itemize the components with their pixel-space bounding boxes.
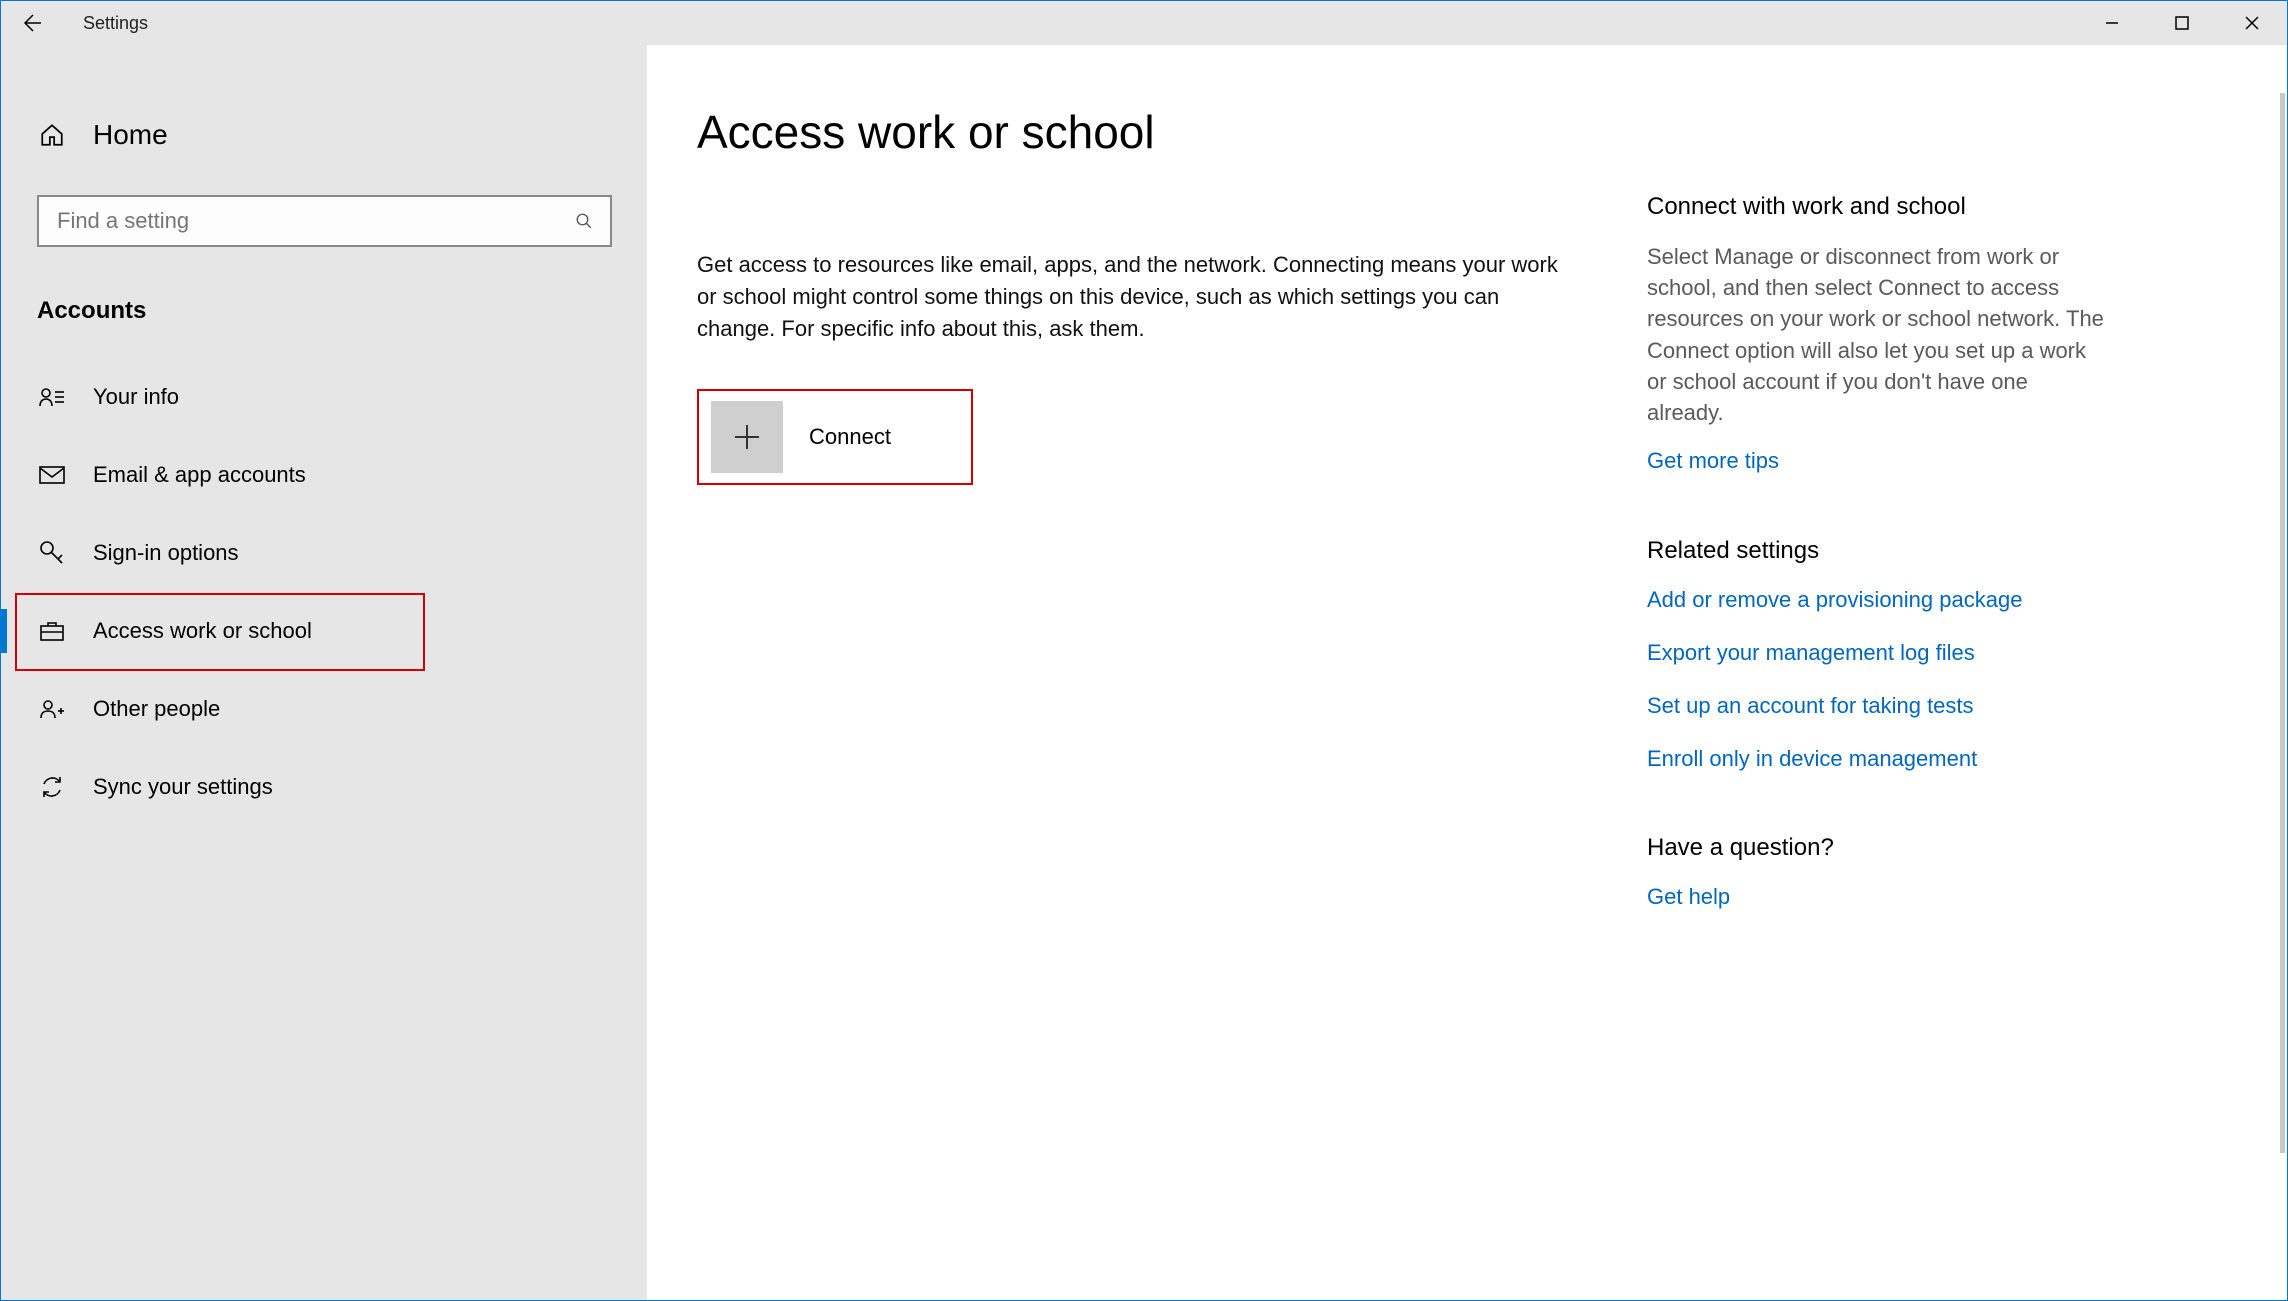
sidebar-item-sync-settings[interactable]: Sync your settings	[1, 757, 647, 817]
sidebar-item-sign-in-options[interactable]: Sign-in options	[1, 523, 647, 583]
window-controls	[2077, 1, 2287, 45]
home-button[interactable]: Home	[1, 105, 647, 165]
setup-tests-account-link[interactable]: Set up an account for taking tests	[1647, 691, 2107, 722]
mail-icon	[37, 465, 67, 485]
connect-heading: Connect with work and school	[1647, 193, 2107, 221]
sync-icon	[37, 774, 67, 800]
briefcase-icon	[37, 620, 67, 642]
people-icon	[37, 698, 67, 720]
sidebar-item-label: Sync your settings	[93, 774, 273, 800]
minimize-icon	[2104, 15, 2120, 31]
titlebar: Settings	[1, 1, 2287, 45]
sidebar-section-header: Accounts	[1, 247, 647, 349]
page-description: Get access to resources like email, apps…	[697, 249, 1577, 345]
export-logs-link[interactable]: Export your management log files	[1647, 638, 2107, 669]
plus-icon	[711, 401, 783, 473]
maximize-button[interactable]	[2147, 1, 2217, 45]
back-arrow-icon	[21, 13, 41, 33]
sidebar-item-your-info[interactable]: Your info	[1, 367, 647, 427]
maximize-icon	[2174, 15, 2190, 31]
back-button[interactable]	[9, 1, 53, 45]
sidebar-item-email-accounts[interactable]: Email & app accounts	[1, 445, 647, 505]
sidebar-item-other-people[interactable]: Other people	[1, 679, 647, 739]
page-title: Access work or school	[697, 105, 1627, 159]
minimize-button[interactable]	[2077, 1, 2147, 45]
connect-button[interactable]: Connect	[697, 389, 973, 485]
sidebar-item-access-work-school[interactable]: Access work or school	[1, 601, 647, 661]
home-icon	[37, 122, 67, 148]
close-icon	[2244, 15, 2260, 31]
search-icon	[575, 212, 593, 230]
provisioning-package-link[interactable]: Add or remove a provisioning package	[1647, 585, 2107, 616]
sidebar-item-label: Sign-in options	[93, 540, 239, 566]
right-panel: Connect with work and school Select Mana…	[1627, 105, 2107, 1300]
sidebar-item-label: Access work or school	[93, 618, 312, 644]
connect-text: Select Manage or disconnect from work or…	[1647, 241, 2107, 428]
question-heading: Have a question?	[1647, 834, 2107, 862]
get-help-link[interactable]: Get help	[1647, 882, 2107, 913]
related-settings-heading: Related settings	[1647, 537, 2107, 565]
scrollbar[interactable]	[2280, 93, 2285, 1153]
window-title: Settings	[83, 13, 148, 34]
sidebar-item-label: Email & app accounts	[93, 462, 306, 488]
user-info-icon	[37, 386, 67, 408]
connect-label: Connect	[809, 424, 891, 450]
home-label: Home	[93, 119, 168, 151]
enroll-device-management-link[interactable]: Enroll only in device management	[1647, 744, 2107, 775]
sidebar-item-label: Other people	[93, 696, 220, 722]
sidebar: Home Accounts Your info Email & app acco…	[1, 45, 647, 1300]
search-field[interactable]	[37, 195, 612, 247]
get-more-tips-link[interactable]: Get more tips	[1647, 446, 2107, 477]
sidebar-item-label: Your info	[93, 384, 179, 410]
main-content: Access work or school Get access to reso…	[647, 45, 2287, 1300]
key-icon	[37, 540, 67, 566]
search-input[interactable]	[37, 195, 611, 247]
close-button[interactable]	[2217, 1, 2287, 45]
